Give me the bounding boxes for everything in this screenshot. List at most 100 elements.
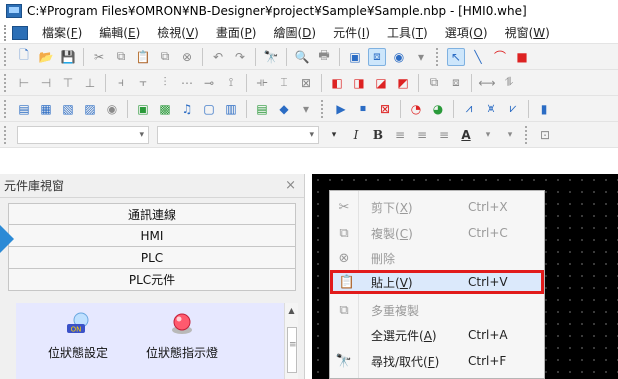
align-text-right-icon[interactable]: ≡ xyxy=(435,126,453,144)
toolbar-grip[interactable] xyxy=(4,47,9,66)
bold-button[interactable]: B xyxy=(369,126,387,144)
category-communication[interactable]: 通訊連線 xyxy=(8,203,296,225)
distribute-horizontal-icon[interactable]: ⋯ xyxy=(178,74,196,92)
compile-icon[interactable]: ▣ xyxy=(346,48,364,66)
align-center-horizontal-icon[interactable]: ⫞ xyxy=(112,74,130,92)
toolbar-overflow-icon[interactable]: ▾ xyxy=(325,126,343,144)
history-icon[interactable]: ⩗ xyxy=(504,100,522,118)
open-folder-icon[interactable]: 📂 xyxy=(37,48,55,66)
print-icon[interactable]: 🖶 xyxy=(315,48,333,66)
arc-tool-icon[interactable]: ⌒ xyxy=(491,48,509,66)
flip-vertical-icon[interactable]: ⥮ xyxy=(500,74,518,92)
context-item-cut[interactable]: ✂ 剪下(X) Ctrl+X xyxy=(330,195,544,219)
menu-view[interactable]: 檢視(V) xyxy=(149,24,208,41)
toolbar-grip[interactable] xyxy=(4,99,9,118)
menu-draw[interactable]: 繪圖(D) xyxy=(265,24,325,41)
copy-icon[interactable]: ⧉ xyxy=(112,48,130,66)
align-text-left-icon[interactable]: ≡ xyxy=(391,126,409,144)
bring-front-icon[interactable]: ◧ xyxy=(328,74,346,92)
gallery-item-bit-set[interactable]: ON 位狀態設定 xyxy=(30,311,126,361)
gallery-item-bit-lamp[interactable]: 位狀態指示燈 xyxy=(134,311,230,361)
redo-icon[interactable]: ↷ xyxy=(231,48,249,66)
menu-options[interactable]: 選項(O) xyxy=(437,24,497,41)
multi-state-icon[interactable]: ▨ xyxy=(81,100,99,118)
center-vertical-icon[interactable]: ⟟ xyxy=(222,74,240,92)
toolbar-overflow-icon[interactable]: ▾ xyxy=(501,126,519,144)
context-item-copy[interactable]: ⧉ 複製(C) Ctrl+C xyxy=(330,221,544,245)
pie-icon[interactable]: ◕ xyxy=(429,100,447,118)
align-bottom-icon[interactable]: ⊥ xyxy=(81,74,99,92)
align-left-icon[interactable]: ⊢ xyxy=(15,74,33,92)
find-icon[interactable]: 🔭 xyxy=(262,48,280,66)
message-icon[interactable]: ▢ xyxy=(200,100,218,118)
category-plc[interactable]: PLC xyxy=(8,247,296,269)
paste-icon[interactable]: 📋 xyxy=(134,48,152,66)
text-input-icon[interactable]: ▩ xyxy=(156,100,174,118)
align-center-vertical-icon[interactable]: ⫟ xyxy=(134,74,152,92)
toolbar-grip[interactable] xyxy=(436,47,441,66)
menu-grip[interactable] xyxy=(4,24,10,41)
ungroup-icon[interactable]: ⧈ xyxy=(447,74,465,92)
font-color-dropdown-icon[interactable]: ▾ xyxy=(479,126,497,144)
video-stop-icon[interactable]: ⏹ xyxy=(354,100,372,118)
video-close-icon[interactable]: ⊠ xyxy=(376,100,394,118)
select-pointer-icon[interactable]: ↖ xyxy=(447,47,465,66)
toolbar-grip[interactable] xyxy=(4,125,9,144)
flip-horizontal-icon[interactable]: ⟷ xyxy=(478,74,496,92)
delete-icon[interactable]: ⊗ xyxy=(178,48,196,66)
same-size-icon[interactable]: ⊠ xyxy=(297,74,315,92)
bring-forward-icon[interactable]: ◪ xyxy=(372,74,390,92)
animation-icon[interactable]: ◆ xyxy=(275,100,293,118)
toolbar-grip[interactable] xyxy=(4,73,9,92)
close-icon[interactable]: × xyxy=(285,178,296,193)
undo-icon[interactable]: ↶ xyxy=(209,48,227,66)
meter-icon[interactable]: ◔ xyxy=(407,100,425,118)
align-top-icon[interactable]: ⊤ xyxy=(59,74,77,92)
trend-icon[interactable]: ⩘ xyxy=(460,100,478,118)
xy-plot-icon[interactable]: ⩙ xyxy=(482,100,500,118)
simulate-icon[interactable]: ⧈ xyxy=(368,47,386,66)
distribute-vertical-icon[interactable]: ⫶ xyxy=(156,74,174,92)
function-key-icon[interactable]: ▧ xyxy=(59,100,77,118)
context-item-paste[interactable]: 📋 貼上(V) Ctrl+V xyxy=(330,270,544,294)
send-back-icon[interactable]: ◨ xyxy=(350,74,368,92)
gallery-scrollbar[interactable]: ▲ xyxy=(284,303,298,379)
menu-window[interactable]: 視窗(W) xyxy=(497,24,559,41)
same-height-icon[interactable]: ⌶ xyxy=(275,74,293,92)
align-right-icon[interactable]: ⊣ xyxy=(37,74,55,92)
menu-component[interactable]: 元件(I) xyxy=(325,24,379,41)
toolbar-grip[interactable] xyxy=(525,125,530,144)
print-preview-icon[interactable]: 🔍 xyxy=(293,48,311,66)
new-icon[interactable]: 🗋 xyxy=(15,48,33,66)
font-name-combo[interactable]: ▾ xyxy=(17,125,149,144)
help-icon[interactable]: ◉ xyxy=(390,48,408,66)
sound-icon[interactable]: ♫ xyxy=(178,100,196,118)
menu-screen[interactable]: 畫面(P) xyxy=(208,24,266,41)
toolbar-overflow-icon[interactable]: ▾ xyxy=(412,48,430,66)
scroll-up-icon[interactable]: ▲ xyxy=(285,306,298,315)
scroll-thumb[interactable] xyxy=(287,327,297,373)
context-item-delete[interactable]: ⊗ 刪除 xyxy=(330,246,544,270)
alarm-icon[interactable]: ▮ xyxy=(535,100,553,118)
cut-icon[interactable]: ✂ xyxy=(90,48,108,66)
category-plc-components[interactable]: PLC元件 xyxy=(8,269,296,291)
document-icon[interactable] xyxy=(12,25,28,40)
record-icon[interactable]: ▤ xyxy=(253,100,271,118)
save-icon[interactable]: 💾 xyxy=(59,48,77,66)
font-color-button[interactable]: A xyxy=(457,126,475,144)
lamp-icon[interactable]: ◉ xyxy=(103,100,121,118)
multi-copy-icon[interactable]: ⧉ xyxy=(156,48,174,66)
context-item-select-all[interactable]: 全選元件(A) Ctrl+A xyxy=(330,323,544,347)
center-horizontal-icon[interactable]: ⊸ xyxy=(200,74,218,92)
category-hmi[interactable]: HMI xyxy=(8,225,296,247)
context-item-multi-copy[interactable]: ⧉ 多重複製 xyxy=(330,298,544,322)
line-tool-icon[interactable]: ╲ xyxy=(469,48,487,66)
group-icon[interactable]: ⧉ xyxy=(425,74,443,92)
graphic-icon[interactable]: ▥ xyxy=(222,100,240,118)
italic-button[interactable]: I xyxy=(347,126,365,144)
context-item-find-replace[interactable]: 🔭 尋找/取代(F) Ctrl+F xyxy=(330,349,544,373)
numeric-input-icon[interactable]: ▣ xyxy=(134,100,152,118)
same-width-icon[interactable]: ⟛ xyxy=(253,74,271,92)
align-text-center-icon[interactable]: ≡ xyxy=(413,126,431,144)
shape-icon[interactable]: ⊡ xyxy=(536,126,554,144)
